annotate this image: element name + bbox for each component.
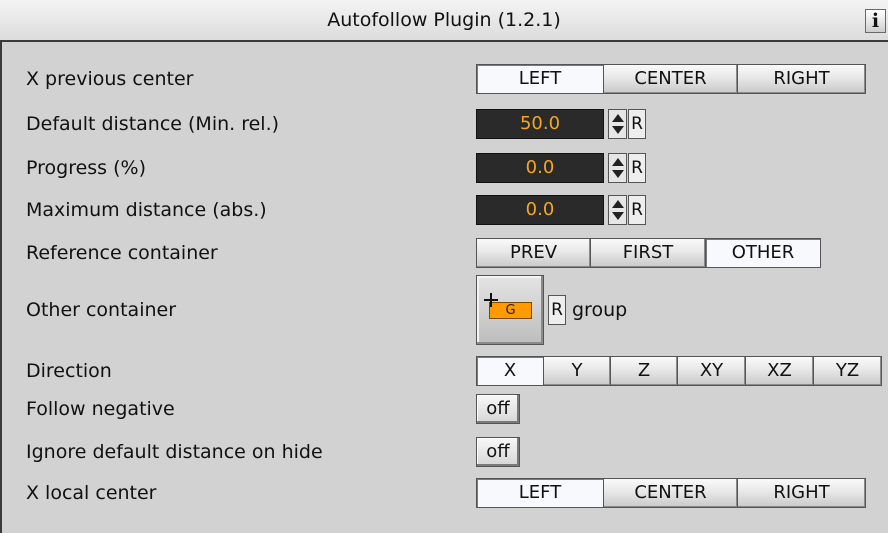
info-button[interactable]: i [865,9,886,33]
maximum-distance-spinner[interactable] [608,195,627,225]
cross-icon-stem [490,293,492,307]
other-container-reset-button[interactable]: R [548,295,566,325]
spin-up-icon [612,158,624,166]
spin-down-icon [612,170,624,178]
direction-label: Direction [26,360,112,382]
default-distance-reset-button[interactable]: R [628,109,646,139]
follow-negative-label: Follow negative [26,398,175,420]
x-local-center-right-button[interactable]: RIGHT [738,478,866,508]
spin-up-icon [612,200,624,208]
reference-first-button[interactable]: FIRST [591,238,706,268]
progress-spinner[interactable] [608,153,627,183]
window-title: Autofollow Plugin (1.2.1) [327,9,561,31]
group-icon-letter: G [505,303,516,318]
direction-xz-button[interactable]: XZ [746,356,814,386]
direction-selector: X Y Z XY XZ YZ [476,356,882,386]
x-local-center-left-button[interactable]: LEFT [476,478,604,508]
title-bar: Autofollow Plugin (1.2.1) i [0,0,888,42]
reference-container-selector: PREV FIRST OTHER [476,238,821,268]
reference-other-button[interactable]: OTHER [706,238,821,268]
default-distance-label: Default distance (Min. rel.) [26,113,280,135]
other-container-label: Other container [26,299,177,321]
settings-panel: X previous center LEFT CENTER RIGHT Defa… [0,42,888,533]
x-previous-center-right-button[interactable]: RIGHT [738,64,866,94]
other-container-dropzone[interactable]: G [476,275,544,345]
x-previous-center-left-button[interactable]: LEFT [476,64,604,94]
progress-field[interactable]: 0.0 [476,153,604,183]
maximum-distance-label: Maximum distance (abs.) [26,199,267,221]
direction-yz-button[interactable]: YZ [814,356,882,386]
plugin-window: Autofollow Plugin (1.2.1) i X previous c… [0,0,888,533]
direction-x-button[interactable]: X [476,356,544,386]
default-distance-field[interactable]: 50.0 [476,109,604,139]
spin-down-icon [612,212,624,220]
x-previous-center-selector: LEFT CENTER RIGHT [476,64,866,94]
ignore-default-distance-toggle[interactable]: off [476,437,520,467]
x-local-center-center-button[interactable]: CENTER [604,478,738,508]
x-local-center-label: X local center [26,482,157,504]
progress-reset-button[interactable]: R [628,153,646,183]
direction-z-button[interactable]: Z [611,356,678,386]
progress-label: Progress (%) [26,157,147,179]
spin-up-icon [612,114,624,122]
reference-container-label: Reference container [26,242,218,264]
follow-negative-toggle[interactable]: off [476,394,520,424]
group-container-icon: G [484,293,532,319]
spin-down-icon [612,126,624,134]
direction-xy-button[interactable]: XY [678,356,746,386]
other-container-name: group [572,299,628,321]
x-previous-center-label: X previous center [26,68,194,90]
x-local-center-selector: LEFT CENTER RIGHT [476,478,866,508]
maximum-distance-field[interactable]: 0.0 [476,195,604,225]
ignore-default-distance-label: Ignore default distance on hide [26,441,323,463]
direction-y-button[interactable]: Y [544,356,611,386]
default-distance-spinner[interactable] [608,109,627,139]
maximum-distance-reset-button[interactable]: R [628,195,646,225]
x-previous-center-center-button[interactable]: CENTER [604,64,738,94]
reference-prev-button[interactable]: PREV [476,238,591,268]
